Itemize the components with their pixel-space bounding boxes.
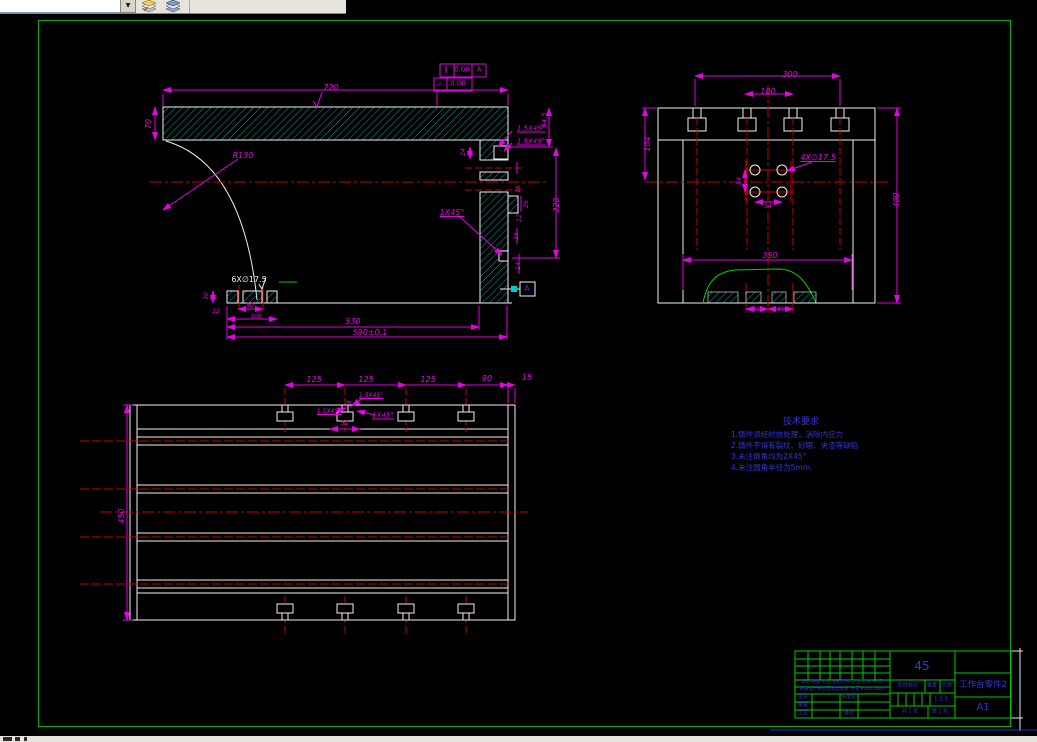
front-section-view [150,63,560,340]
toolbar: ▼ [0,0,346,14]
stage-label: 阶段标记 [897,682,919,689]
dropdown-arrow-button[interactable]: ▼ [120,0,136,13]
major-and-id-row: 机械设计制造及其自动化 学号 811020807 [799,686,887,692]
tech-item: 3.未注倒角均为2X45° [731,452,807,461]
row-check: 审核 [797,702,809,709]
part-name: 工作台零件2 [959,679,1007,690]
tech-item: 1.铸件须经时效处理，消除内应力 [731,430,844,439]
tech-item: 4.未注圆角半径为5mm. [731,463,813,472]
drawing-canvas[interactable] [0,0,1037,742]
tech-item: 2.铸件不得有裂纹、砂眼、夹渣等缺陷 [731,441,859,450]
status-text-fragment [3,737,12,741]
status-bar [0,736,1037,742]
layer-dropdown[interactable] [0,0,121,13]
weight-label: 重量 [926,682,938,689]
application-window: 720 70 R130 1.5X45° 1.5X45° 94.5 24 16 26 12 16 14 2… [0,0,1037,742]
sheets-total: 共 1 张 [901,708,919,715]
scale-value: 1:3.5 [933,696,949,703]
row-design: 设计 [797,694,809,701]
sheets-yellow-icon[interactable] [140,0,158,13]
revision-header-row: 标记 处数 分区 更改文件号 签名 年 月 日 [800,679,884,685]
row-process: 工艺 [797,710,809,717]
toolbar-separator [189,0,190,13]
sheets-blue-icon[interactable] [164,0,182,13]
row-note: 备注 [844,710,854,716]
status-text-fragment [24,737,27,741]
technical-requirements: 技术要求 1.铸件须经时效处理，消除内应力 2.铸件不得有裂纹、砂眼、夹渣等缺陷… [731,414,921,473]
row-standard: 标准化 [842,694,856,700]
material-spec: 45 [914,659,930,673]
ratio-label: 比例 [941,682,953,689]
tech-title: 技术要求 [783,417,820,427]
status-text-fragment [15,737,20,741]
side-view [642,73,901,315]
sheets-no: 第 1 张 [931,708,949,715]
plan-view [80,382,528,634]
sheet-size: A1 [976,702,990,713]
